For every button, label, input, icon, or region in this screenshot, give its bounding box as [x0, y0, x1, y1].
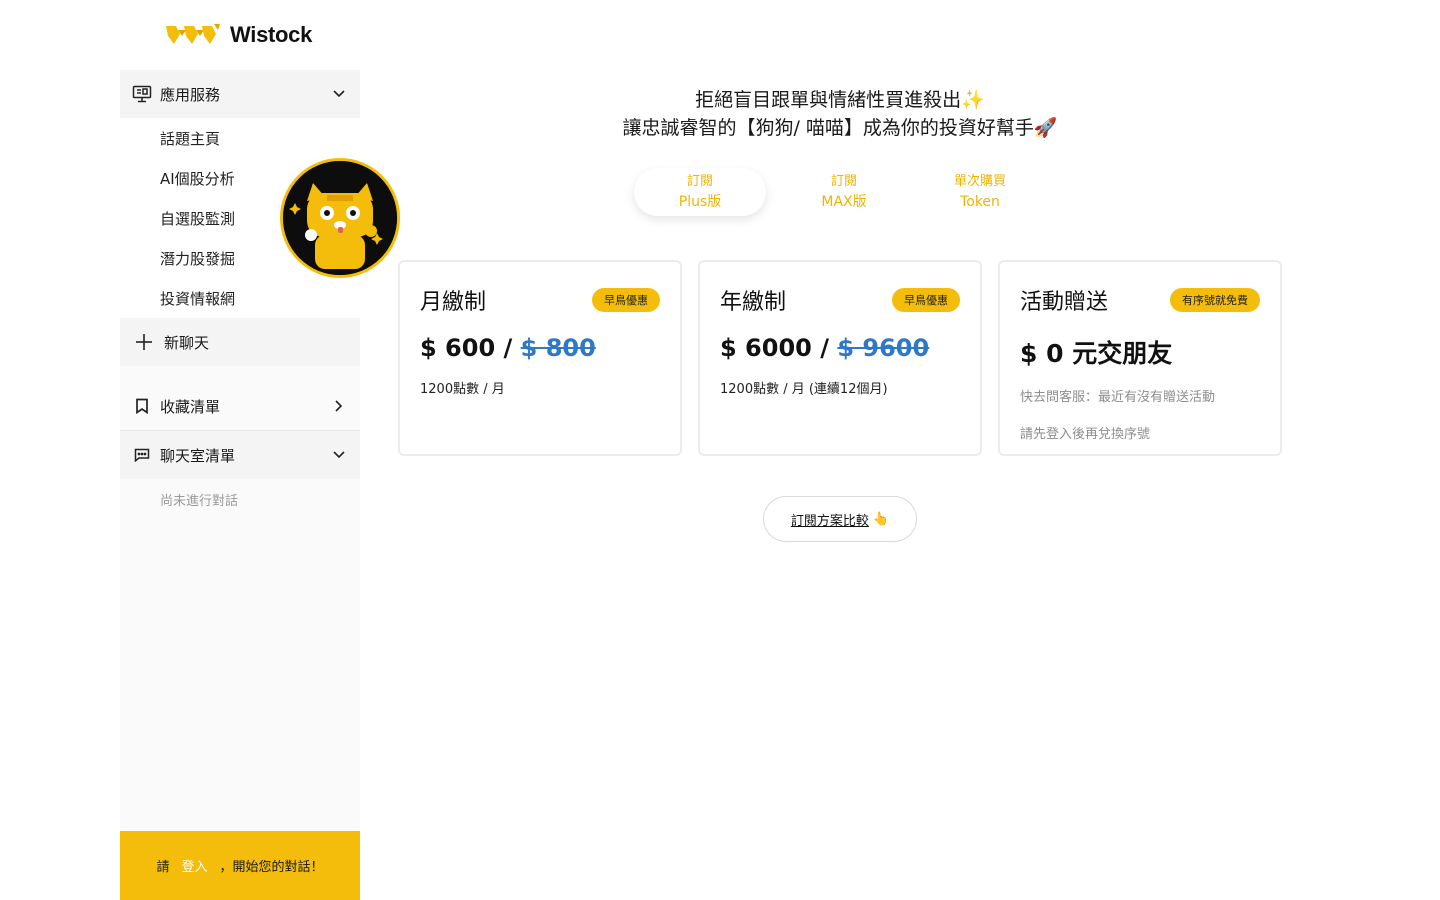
headline-line-2: 讓忠誠睿智的【狗狗/ 喵喵】成為你的投資好幫手🚀 [622, 117, 1058, 139]
chevron-right-icon [332, 399, 346, 413]
card-price: $ 0 元交朋友 [1020, 334, 1260, 370]
login-suffix: ，開始您的對話！ [219, 860, 324, 875]
tab-max-line1: 訂閱 [830, 174, 857, 189]
tab-token[interactable]: 單次購買 Token [914, 168, 1046, 216]
status-badge: 早鳥優惠 [592, 288, 660, 312]
tab-plus-line1: 訂閱 [686, 174, 713, 189]
plan-card-yearly[interactable]: 年繳制 早鳥優惠 $ 6000 / $ 9600 1200點數 / 月 (連續1… [698, 260, 982, 456]
plus-icon [134, 332, 154, 352]
favorites-label: 收藏清單 [160, 397, 221, 416]
tab-token-line1: 單次購買 [953, 174, 1006, 189]
empty-chat-text: 尚未進行對話 [160, 494, 239, 509]
tab-max-line2: MAX版 [821, 194, 867, 210]
tab-plus-line2: Plus版 [678, 194, 722, 210]
card-note: 1200點數 / 月 (連續12個月) [720, 382, 888, 397]
brand-logo[interactable]: Wistock [164, 22, 312, 48]
favorites-toggle[interactable]: 收藏清單 [120, 382, 360, 430]
status-badge: 有序號就免費 [1170, 288, 1260, 312]
tab-max[interactable]: 訂閱 MAX版 [778, 168, 910, 216]
sidebar-item-investment-intel[interactable]: 投資情報網 [120, 278, 360, 318]
sidebar-spacer [120, 366, 360, 382]
login-link[interactable]: 登入 [181, 856, 207, 875]
chatrooms-toggle[interactable]: 聊天室清單 [120, 431, 360, 479]
login-prefix: 請 [156, 860, 170, 875]
cat-mascot-avatar[interactable] [280, 158, 400, 278]
cat-mascot-icon [283, 161, 397, 275]
sidebar-item-topics[interactable]: 話題主頁 [120, 118, 360, 158]
sidebar-services-toggle[interactable]: 應用服務 [120, 70, 360, 118]
price-current: $ 6000 / [720, 334, 838, 362]
price-current: $ 0 元交朋友 [1020, 339, 1173, 368]
new-chat-label: 新聊天 [164, 333, 210, 352]
status-badge: 早鳥優惠 [892, 288, 960, 312]
headline: 拒絕盲目跟單與情緒性買進殺出✨ 讓忠誠睿智的【狗狗/ 喵喵】成為你的投資好幫手🚀 [400, 86, 1280, 142]
presentation-icon [132, 84, 152, 104]
pricing-cards: 月繳制 早鳥優惠 $ 600 / $ 800 1200點數 / 月 年繳制 早鳥… [398, 260, 1282, 456]
chevron-down-icon [332, 87, 346, 101]
compare-plans-label: 訂閱方案比較 [790, 513, 869, 529]
tab-token-line2: Token [960, 194, 1000, 210]
brand-name: Wistock [230, 22, 313, 47]
card-price: $ 6000 / $ 9600 [720, 334, 960, 362]
wistock-logo-icon [166, 24, 220, 44]
price-current: $ 600 / [420, 334, 521, 362]
card-note-contact: 快去問客服：最近有沒有贈送活動 [1020, 390, 1216, 405]
card-note: 1200點數 / 月 [420, 382, 505, 397]
headline-line-1: 拒絕盲目跟單與情緒性買進殺出✨ [695, 89, 985, 111]
plan-tabs: 訂閱 Plus版 訂閱 MAX版 單次購買 Token [634, 168, 1046, 216]
price-original: $ 800 [520, 334, 596, 362]
pointing-hand-icon: 👆 [872, 511, 890, 527]
plan-card-promo[interactable]: 活動贈送 有序號就免費 $ 0 元交朋友 快去問客服：最近有沒有贈送活動 請先登… [998, 260, 1282, 456]
card-price: $ 600 / $ 800 [420, 334, 660, 362]
chat-icon [132, 445, 152, 465]
sidebar-services-label: 應用服務 [160, 85, 221, 104]
plan-card-monthly[interactable]: 月繳制 早鳥優惠 $ 600 / $ 800 1200點數 / 月 [398, 260, 682, 456]
login-banner: 請 登入 ，開始您的對話！ [120, 831, 360, 900]
price-original: $ 9600 [837, 334, 930, 362]
chatrooms-label: 聊天室清單 [160, 446, 236, 465]
bookmark-icon [132, 396, 152, 416]
new-chat-button[interactable]: 新聊天 [120, 318, 360, 366]
card-note-login: 請先登入後再兌換序號 [1020, 427, 1151, 442]
compare-plans-button[interactable]: 訂閱方案比較 👆 [763, 496, 917, 542]
chevron-down-icon [332, 448, 346, 462]
tab-plus[interactable]: 訂閱 Plus版 [634, 168, 766, 216]
